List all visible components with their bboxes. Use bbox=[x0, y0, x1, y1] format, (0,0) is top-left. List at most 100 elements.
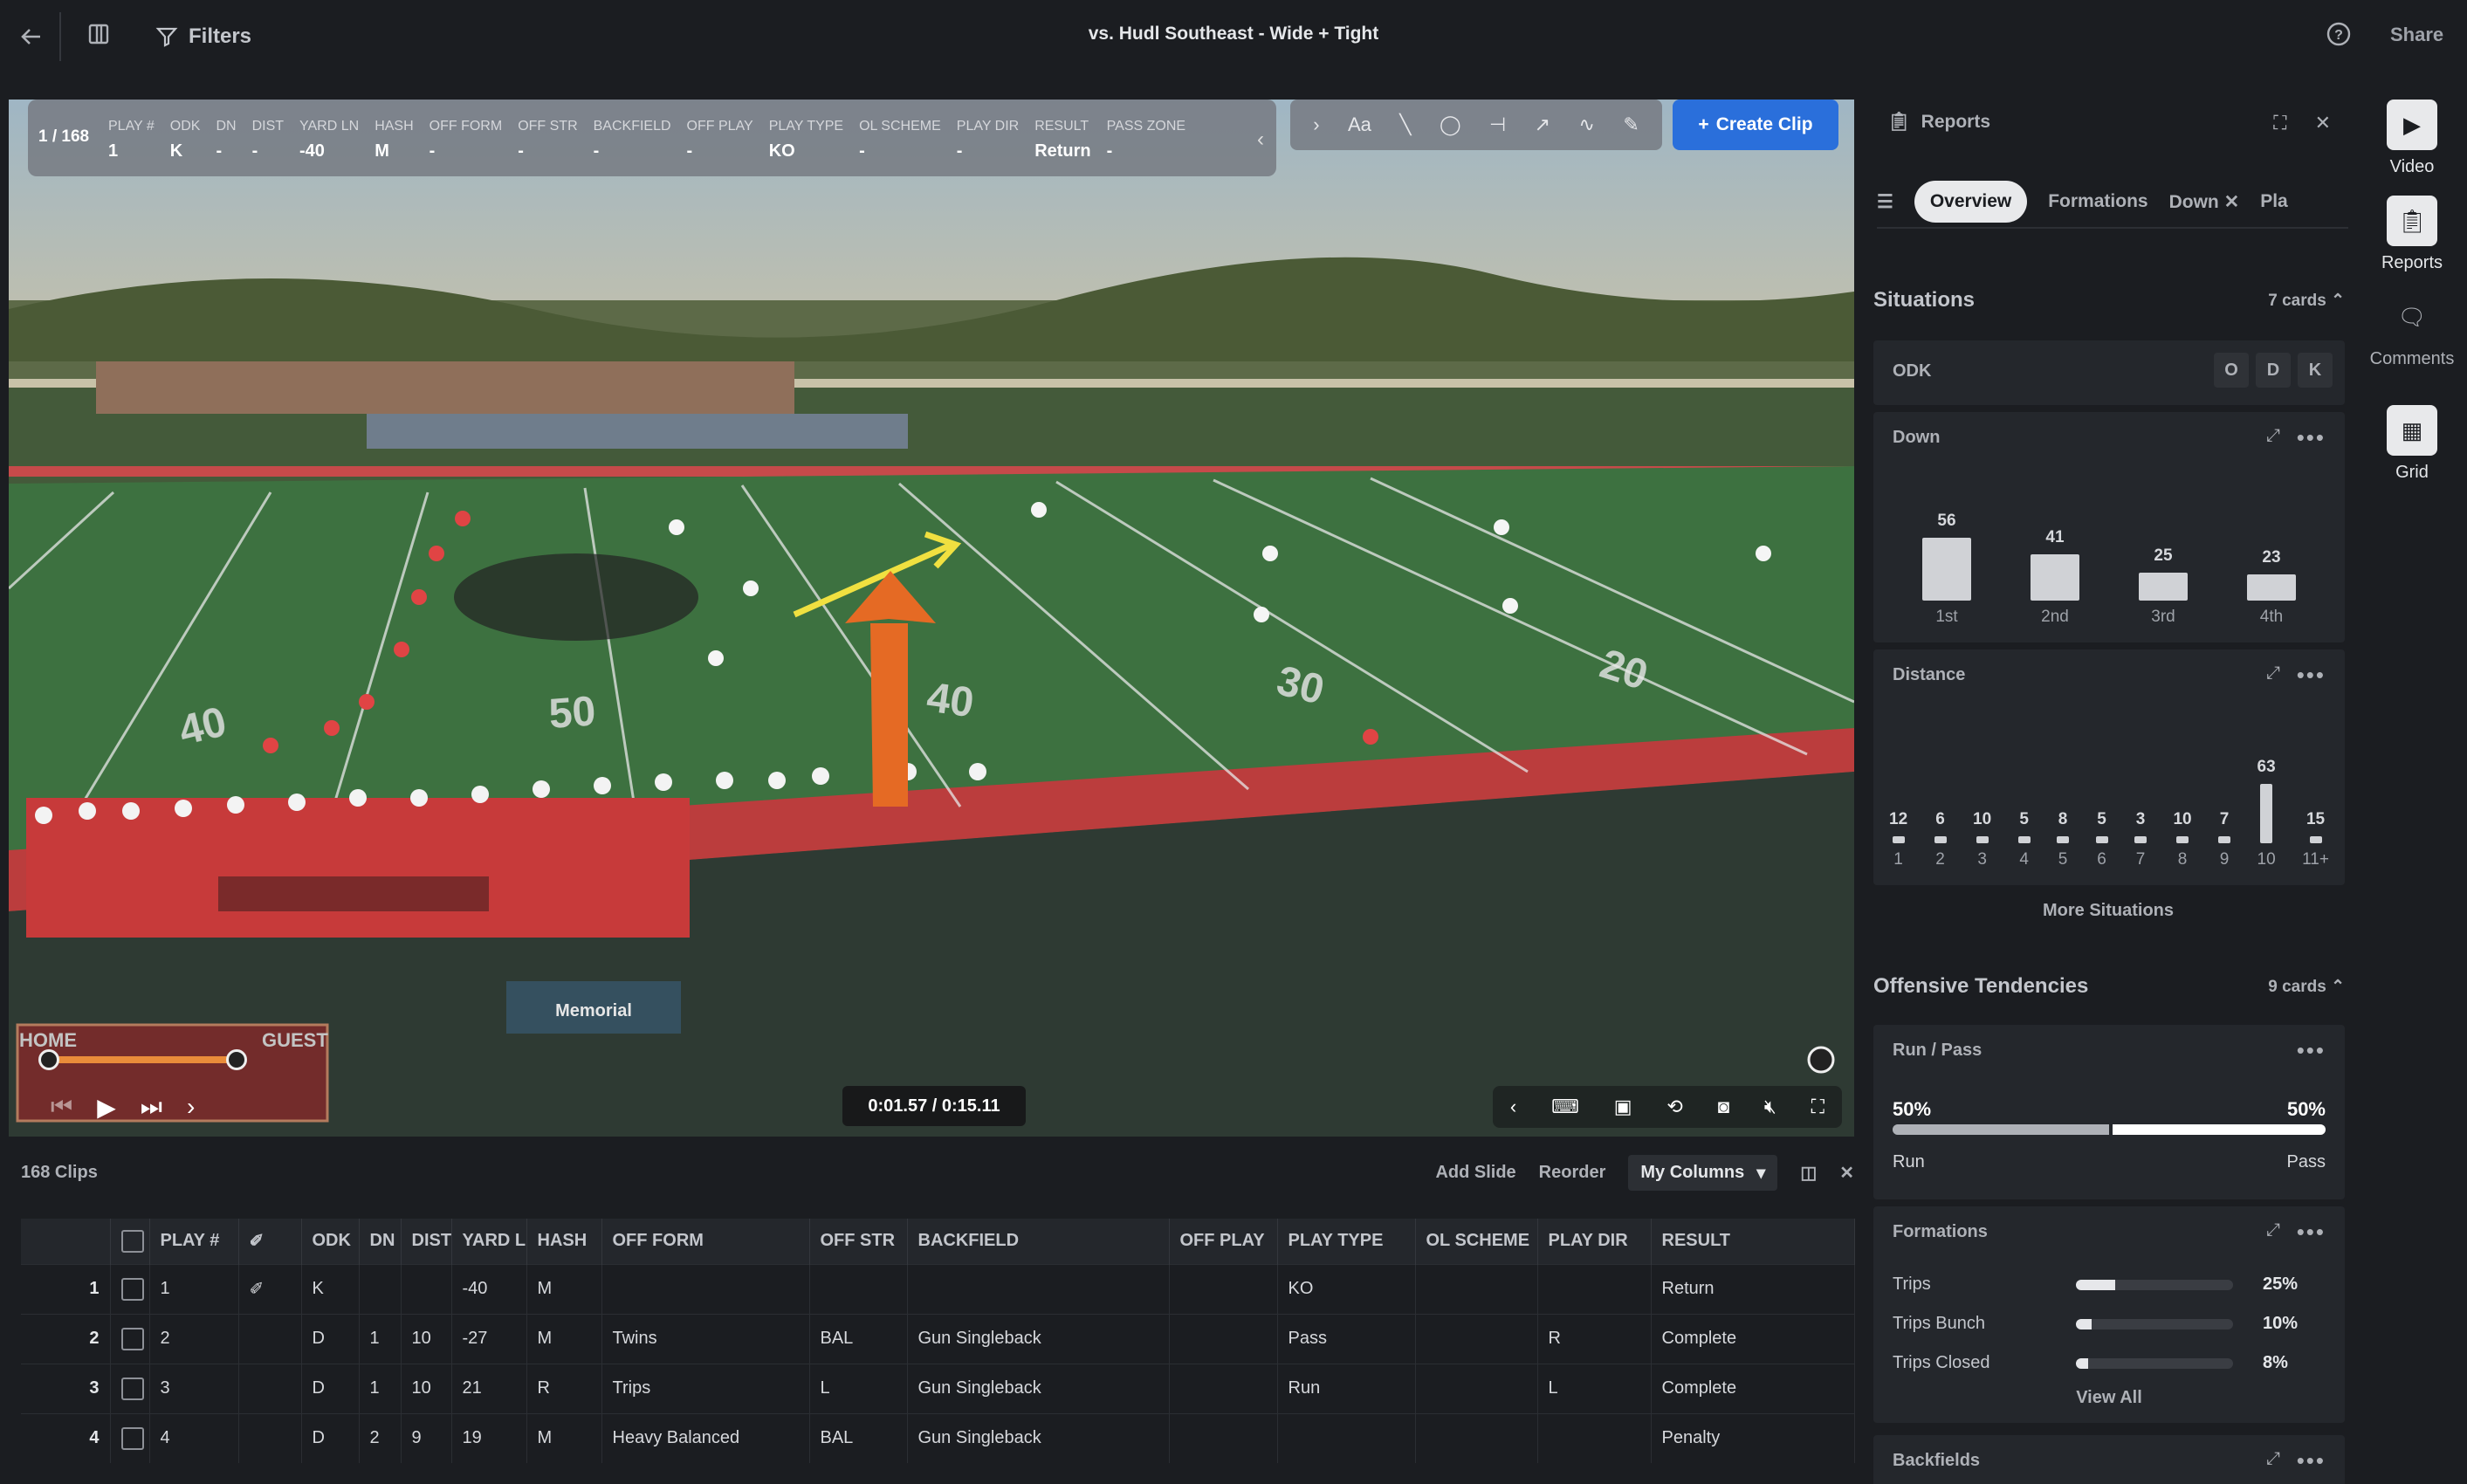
pen-tool-icon[interactable]: ✎ bbox=[1623, 113, 1639, 136]
expand-icon[interactable]: ⤢ bbox=[2266, 1220, 2280, 1240]
column-header[interactable]: DIST bbox=[401, 1219, 452, 1264]
column-header[interactable]: RESULT bbox=[1651, 1219, 1855, 1264]
column-header[interactable]: PLAY TYPE bbox=[1277, 1219, 1416, 1264]
circle-tool-icon[interactable]: ◯ bbox=[1440, 113, 1461, 136]
chart-bar-group[interactable]: 25 3rd bbox=[2139, 546, 2188, 627]
close-tab-icon[interactable]: ✕ bbox=[2224, 192, 2240, 212]
camera-angle-icon[interactable]: ◙ bbox=[1718, 1096, 1729, 1118]
chart-bar-group[interactable]: 12 1 bbox=[1889, 810, 1907, 869]
rail-comments-button[interactable]: 🗨︎ Comments bbox=[2370, 292, 2455, 369]
column-header[interactable]: OL SCHEME bbox=[1415, 1219, 1538, 1264]
scrubber[interactable] bbox=[38, 1049, 247, 1070]
skip-back-icon[interactable]: ⏮ bbox=[51, 1093, 72, 1122]
scrubber-playhead-handle[interactable] bbox=[225, 1049, 247, 1070]
column-header[interactable]: OFF PLAY bbox=[1169, 1219, 1278, 1264]
expand-icon[interactable]: ⤢ bbox=[2266, 426, 2280, 446]
text-tool-button[interactable]: Aa bbox=[1348, 113, 1371, 136]
tab-overview[interactable]: Overview bbox=[1914, 181, 2028, 223]
close-icon[interactable]: ✕ bbox=[2315, 112, 2331, 134]
more-options-icon[interactable]: ••• bbox=[2297, 1447, 2326, 1474]
column-header[interactable]: PLAY # bbox=[149, 1219, 239, 1264]
freehand-tool-icon[interactable]: ∿ bbox=[1578, 113, 1594, 136]
chart-bar-group[interactable]: 15 11+ bbox=[2302, 810, 2329, 869]
table-row[interactable]: 2 2 D 1 10 -27 M Twins BAL Gun Singlebac… bbox=[21, 1313, 1855, 1364]
collapse-chevron-icon[interactable]: ‹ bbox=[1257, 127, 1264, 152]
select-all-checkbox[interactable] bbox=[110, 1219, 150, 1264]
tab-plays[interactable]: Pla bbox=[2260, 191, 2288, 212]
scrubber-start-handle[interactable] bbox=[38, 1049, 59, 1070]
arrow-tool-icon[interactable]: ↗ bbox=[1535, 113, 1550, 136]
row-checkbox[interactable] bbox=[110, 1412, 150, 1463]
column-header[interactable]: OFF STR bbox=[809, 1219, 908, 1264]
rail-grid-button[interactable]: ▦ Grid bbox=[2376, 405, 2448, 483]
chart-bar-group[interactable]: 10 8 bbox=[2173, 810, 2191, 869]
rail-reports-button[interactable]: 📋︎ Reports bbox=[2376, 196, 2448, 273]
tab-down[interactable]: Down ✕ bbox=[2169, 191, 2240, 213]
column-header[interactable]: DN bbox=[359, 1219, 402, 1264]
more-options-icon[interactable]: ••• bbox=[2297, 1219, 2326, 1246]
split-view-icon[interactable]: ◫ bbox=[1800, 1162, 1817, 1184]
chart-bar-group[interactable]: 37 bbox=[2134, 810, 2147, 869]
skip-forward-icon[interactable]: ⏭ bbox=[141, 1093, 162, 1122]
more-situations-link[interactable]: More Situations bbox=[1859, 901, 2357, 921]
close-icon[interactable]: ✕ bbox=[1839, 1162, 1854, 1184]
expand-icon[interactable]: ⤢ bbox=[2266, 1449, 2280, 1469]
more-options-icon[interactable]: ••• bbox=[2297, 424, 2326, 451]
video-player[interactable]: 50 40 30 20 40 Memorial HOME GUEST 1 / 1… bbox=[9, 100, 1854, 1137]
t-line-tool-icon[interactable]: ⊣ bbox=[1489, 113, 1506, 136]
odk-button-d[interactable]: D bbox=[2256, 353, 2291, 388]
list-icon[interactable]: ☰ bbox=[1877, 191, 1893, 213]
view-all-link[interactable]: View All bbox=[1873, 1388, 2345, 1408]
more-options-icon[interactable]: ••• bbox=[2297, 1037, 2326, 1064]
create-clip-button[interactable]: + Create Clip bbox=[1673, 100, 1838, 150]
column-header[interactable]: YARD LN bbox=[451, 1219, 527, 1264]
chart-bar-group[interactable]: 63 10 bbox=[2257, 758, 2276, 869]
mute-icon[interactable]: 🔇︎ bbox=[1764, 1096, 1776, 1118]
play-icon[interactable]: ▶ bbox=[97, 1093, 116, 1122]
picture-in-picture-icon[interactable]: ▣ bbox=[1614, 1096, 1632, 1118]
help-icon[interactable]: ? bbox=[2326, 21, 2355, 51]
column-header[interactable]: HASH bbox=[526, 1219, 602, 1264]
chart-bar-group[interactable]: 10 3 bbox=[1973, 810, 1991, 869]
fullscreen-icon[interactable]: ⛶ bbox=[1811, 1096, 1824, 1118]
column-header[interactable]: OFF FORM bbox=[601, 1219, 810, 1264]
formation-row[interactable]: Trips Bunch 10% bbox=[1893, 1314, 2326, 1334]
rail-video-button[interactable]: ▶ Video bbox=[2376, 100, 2448, 177]
chart-bar-group[interactable]: 62 bbox=[1934, 810, 1947, 869]
odk-button-o[interactable]: O bbox=[2214, 353, 2249, 388]
row-checkbox[interactable] bbox=[110, 1363, 150, 1413]
column-header[interactable]: PLAY DIR bbox=[1537, 1219, 1652, 1264]
offensive-section-header[interactable]: Offensive Tendencies 9 cards ⌃ bbox=[1873, 974, 2345, 999]
next-chevron-icon[interactable]: › bbox=[187, 1093, 195, 1121]
table-row[interactable]: 1 1 ✐ K -40 M KO Return bbox=[21, 1263, 1855, 1314]
column-header[interactable]: ODK bbox=[301, 1219, 360, 1264]
chart-bar-group[interactable]: 85 bbox=[2057, 810, 2070, 869]
chart-bar-group[interactable]: 54 bbox=[2017, 810, 2031, 869]
reorder-button[interactable]: Reorder bbox=[1539, 1163, 1606, 1183]
column-header[interactable]: BACKFIELD bbox=[907, 1219, 1170, 1264]
line-tool-icon[interactable]: ╲ bbox=[1399, 113, 1411, 136]
row-checkbox[interactable] bbox=[110, 1313, 150, 1364]
row-checkbox[interactable] bbox=[110, 1263, 150, 1314]
keyboard-icon[interactable]: ⌨ bbox=[1551, 1096, 1579, 1118]
expand-icon[interactable]: ⛶ bbox=[2273, 112, 2286, 134]
chart-bar-group[interactable]: 41 2nd bbox=[2031, 528, 2079, 627]
chart-bar-group[interactable]: 79 bbox=[2218, 810, 2231, 869]
chart-bar-group[interactable]: 23 4th bbox=[2247, 548, 2296, 627]
table-row[interactable]: 4 4 D 2 9 19 M Heavy Balanced BAL Gun Si… bbox=[21, 1412, 1855, 1463]
expand-chevron-icon[interactable]: › bbox=[1313, 113, 1319, 136]
my-columns-dropdown[interactable]: My Columns ▾ bbox=[1628, 1154, 1778, 1191]
more-options-icon[interactable]: ••• bbox=[2297, 662, 2326, 689]
formation-row[interactable]: Trips Closed 8% bbox=[1893, 1353, 2326, 1373]
add-slide-button[interactable]: Add Slide bbox=[1435, 1163, 1515, 1183]
situations-section-header[interactable]: Situations 7 cards ⌃ bbox=[1873, 288, 2345, 313]
tab-formations[interactable]: Formations bbox=[2048, 191, 2147, 212]
table-row[interactable]: 3 3 D 1 10 21 R Trips L Gun Singleback R… bbox=[21, 1363, 1855, 1413]
chart-bar-group[interactable]: 56 bbox=[2095, 810, 2108, 869]
loop-icon[interactable]: ⟲ bbox=[1666, 1096, 1682, 1118]
chart-bar-group[interactable]: 56 1st bbox=[1922, 512, 1971, 627]
odk-button-k[interactable]: K bbox=[2298, 353, 2333, 388]
prev-chevron-icon[interactable]: ‹ bbox=[1510, 1096, 1516, 1118]
share-button[interactable]: Share bbox=[2390, 24, 2443, 46]
formation-row[interactable]: Trips 25% bbox=[1893, 1274, 2326, 1295]
